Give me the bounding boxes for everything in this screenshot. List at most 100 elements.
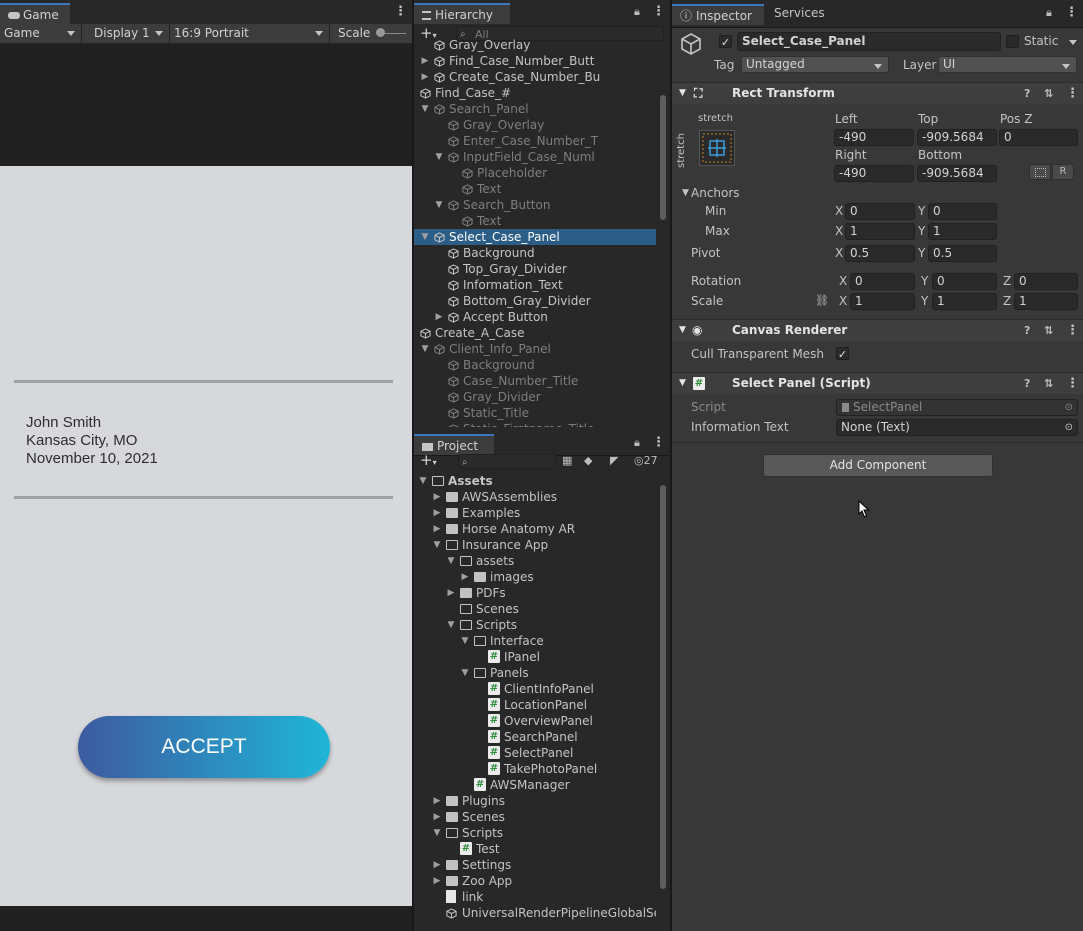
tab-game[interactable]: Game [0, 3, 70, 24]
collapsed-arrow-icon[interactable]: ▶ [432, 857, 442, 873]
project-row[interactable]: ▼ Panels [414, 665, 656, 681]
hidden-packages-toggle[interactable]: ◎27 [634, 454, 658, 467]
hierarchy-row[interactable]: ▼ InputField_Case_Numl [414, 149, 656, 165]
layer-dropdown[interactable]: UI [938, 56, 1077, 73]
hierarchy-row[interactable]: ▶ Find_Case_Number_Butt [414, 53, 656, 69]
information-text-field[interactable]: None (Text) ⊙ [836, 419, 1078, 436]
static-checkbox[interactable] [1006, 35, 1019, 48]
component-menu-icon[interactable]: ⋮ [1066, 83, 1079, 104]
hierarchy-row[interactable]: Gray_Divider [414, 389, 656, 405]
left-field[interactable]: -490 [834, 129, 914, 146]
project-row[interactable]: ▶ Zoo App [414, 873, 656, 889]
pivot-y-field[interactable]: 0.5 [928, 245, 997, 262]
hierarchy-row[interactable]: ▼ Search_Panel [414, 101, 656, 117]
project-menu-icon[interactable]: ⋮ [652, 435, 665, 450]
expanded-arrow-icon[interactable]: ▼ [420, 341, 430, 357]
project-row[interactable]: UniversalRenderPipelineGlobalSet [414, 905, 656, 921]
anchor-max-x-field[interactable]: 1 [845, 223, 915, 240]
project-row[interactable]: ▼ Insurance App [414, 537, 656, 553]
project-row[interactable]: # Test [414, 841, 656, 857]
project-row[interactable]: ▶ Examples [414, 505, 656, 521]
search-by-type-icon[interactable]: ▦ [562, 454, 572, 467]
rect-transform-header[interactable]: ▼ ⛶ Rect Transform ? ⇅ ⋮ [672, 82, 1083, 104]
hierarchy-row[interactable]: ▼ Create_A_Case [414, 325, 656, 341]
expanded-arrow-icon[interactable]: ▼ [420, 229, 430, 245]
project-row[interactable]: ▼ Scripts [414, 617, 656, 633]
active-checkbox[interactable]: ✓ [719, 35, 732, 49]
hierarchy-row[interactable]: ▼ Find_Case_# [414, 85, 656, 101]
project-row[interactable]: ▼ Scripts [414, 825, 656, 841]
expanded-arrow-icon[interactable]: ▼ [414, 85, 416, 101]
project-row[interactable]: # SearchPanel [414, 729, 656, 745]
object-picker-icon[interactable]: ⊙ [1065, 420, 1073, 435]
expanded-arrow-icon[interactable]: ▼ [446, 617, 456, 633]
component-menu-icon[interactable]: ⋮ [1066, 320, 1079, 341]
scale-y-field[interactable]: 1 [932, 293, 997, 310]
hierarchy-row[interactable]: Bottom_Gray_Divider [414, 293, 656, 309]
project-row[interactable]: # SelectPanel [414, 745, 656, 761]
project-row[interactable]: Scenes [414, 601, 656, 617]
hierarchy-row[interactable]: Placeholder [414, 165, 656, 181]
rotation-y-field[interactable]: 0 [932, 273, 997, 290]
project-scrollbar[interactable] [660, 485, 666, 889]
project-row[interactable]: ▼ Interface [414, 633, 656, 649]
project-row[interactable]: # AWSManager [414, 777, 656, 793]
project-row[interactable]: ▶ PDFs [414, 585, 656, 601]
lock-icon[interactable]: 🔒︎ [634, 436, 640, 450]
collapsed-arrow-icon[interactable]: ▶ [432, 505, 442, 521]
preset-icon[interactable]: ⇅ [1044, 373, 1053, 394]
component-menu-icon[interactable]: ⋮ [1066, 373, 1079, 394]
expanded-arrow-icon[interactable]: ▼ [418, 473, 428, 489]
project-row[interactable]: # IPanel [414, 649, 656, 665]
tab-hierarchy[interactable]: Hierarchy [414, 3, 510, 24]
tab-services[interactable]: Services [774, 6, 825, 20]
raw-edit-button[interactable]: R [1052, 164, 1074, 180]
collapsed-arrow-icon[interactable]: ▶ [420, 53, 430, 69]
collapsed-arrow-icon[interactable]: ▶ [432, 521, 442, 537]
project-row[interactable]: ▶ Settings [414, 857, 656, 873]
filter-icon[interactable]: ◆ [584, 454, 592, 467]
expanded-arrow-icon[interactable]: ▼ [414, 325, 416, 341]
hierarchy-menu-icon[interactable]: ⋮ [652, 4, 665, 19]
project-row[interactable]: # LocationPanel [414, 697, 656, 713]
expanded-arrow-icon[interactable]: ▼ [432, 537, 442, 553]
collapsed-arrow-icon[interactable]: ▶ [460, 569, 470, 585]
anchor-min-y-field[interactable]: 0 [928, 203, 997, 220]
hierarchy-row[interactable]: Static_Title [414, 405, 656, 421]
collapsed-arrow-icon[interactable]: ▶ [432, 793, 442, 809]
accept-button[interactable]: ACCEPT [78, 716, 330, 778]
blueprint-mode-button[interactable] [1029, 164, 1051, 180]
hierarchy-row[interactable]: ▼ Client_Info_Panel [414, 341, 656, 357]
hierarchy-row[interactable]: ▼ Select_Case_Panel [414, 229, 656, 245]
tag-icon[interactable]: ◤ [610, 454, 618, 467]
lock-icon[interactable]: 🔒︎ [634, 5, 640, 19]
pivot-x-field[interactable]: 0.5 [845, 245, 915, 262]
anchor-max-y-field[interactable]: 1 [928, 223, 997, 240]
collapsed-arrow-icon[interactable]: ▶ [432, 809, 442, 825]
bottom-field[interactable]: -909.5684 [917, 165, 997, 182]
scale-x-field[interactable]: 1 [850, 293, 915, 310]
posz-field[interactable]: 0 [999, 129, 1078, 146]
lock-icon[interactable]: 🔒︎ [1046, 6, 1052, 20]
project-row[interactable]: # OverviewPanel [414, 713, 656, 729]
expanded-arrow-icon[interactable]: ▼ [434, 149, 444, 165]
hierarchy-row[interactable]: Gray_Overlay [414, 37, 656, 53]
aspect-dropdown[interactable]: 16:9 Portrait [170, 24, 330, 43]
hierarchy-row[interactable]: Top_Gray_Divider [414, 261, 656, 277]
cull-transparent-mesh-checkbox[interactable]: ✓ [836, 347, 849, 361]
display-dropdown[interactable]: Display 1 [90, 24, 170, 43]
create-asset-button[interactable]: +▾ [420, 451, 437, 469]
inspector-menu-icon[interactable]: ⋮ [1065, 5, 1078, 20]
expanded-arrow-icon[interactable]: ▼ [434, 197, 444, 213]
static-dropdown-icon[interactable] [1069, 40, 1077, 45]
project-row[interactable]: ▶ Horse Anatomy AR [414, 521, 656, 537]
project-row[interactable]: ▶ AWSAssemblies [414, 489, 656, 505]
rotation-z-field[interactable]: 0 [1014, 273, 1078, 290]
top-field[interactable]: -909.5684 [917, 129, 997, 146]
hierarchy-row[interactable]: Case_Number_Title [414, 373, 656, 389]
project-row[interactable]: ▶ Plugins [414, 793, 656, 809]
collapsed-arrow-icon[interactable]: ▶ [432, 489, 442, 505]
anchor-min-x-field[interactable]: 0 [845, 203, 915, 220]
right-field[interactable]: -490 [834, 165, 914, 182]
expanded-arrow-icon[interactable]: ▼ [446, 553, 456, 569]
